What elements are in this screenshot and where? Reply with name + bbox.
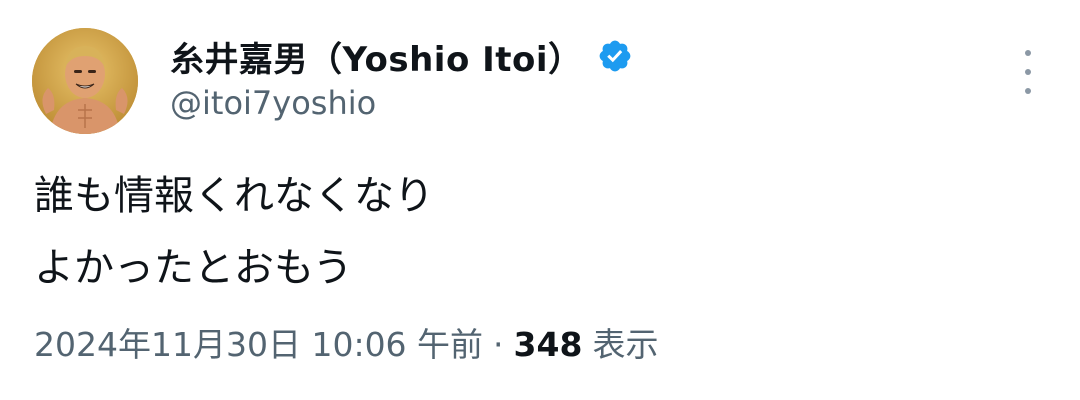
more-dot: [1025, 69, 1031, 75]
tweet-text-line: 誰も情報くれなくなり: [34, 173, 434, 219]
tweet-text-line: よかったとおもう: [34, 245, 353, 291]
avatar[interactable]: [32, 28, 138, 134]
more-vertical-icon[interactable]: [1016, 50, 1040, 94]
more-dot: [1025, 50, 1031, 56]
tweet-card: 糸井嘉男（Yoshio Itoi） @itoi7yoshio 誰も情報くれなくな…: [0, 0, 1080, 400]
views-count[interactable]: 348: [514, 325, 583, 364]
avatar-image: [32, 28, 138, 134]
author-name-row: 糸井嘉男（Yoshio Itoi）: [170, 28, 633, 84]
more-dot: [1025, 88, 1031, 94]
display-name[interactable]: 糸井嘉男（Yoshio Itoi）: [170, 32, 583, 81]
tweet-meta: 2024年11月30日 10:06 午前 · 348 表示: [34, 318, 658, 366]
timestamp[interactable]: 2024年11月30日 10:06 午前: [34, 318, 483, 366]
user-handle[interactable]: @itoi7yoshio: [170, 84, 376, 122]
verified-badge-icon: [597, 38, 633, 74]
meta-separator: ·: [493, 325, 504, 364]
views-label: 表示: [592, 325, 659, 364]
tweet-text: 誰も情報くれなくなり よかったとおもう: [34, 160, 434, 304]
